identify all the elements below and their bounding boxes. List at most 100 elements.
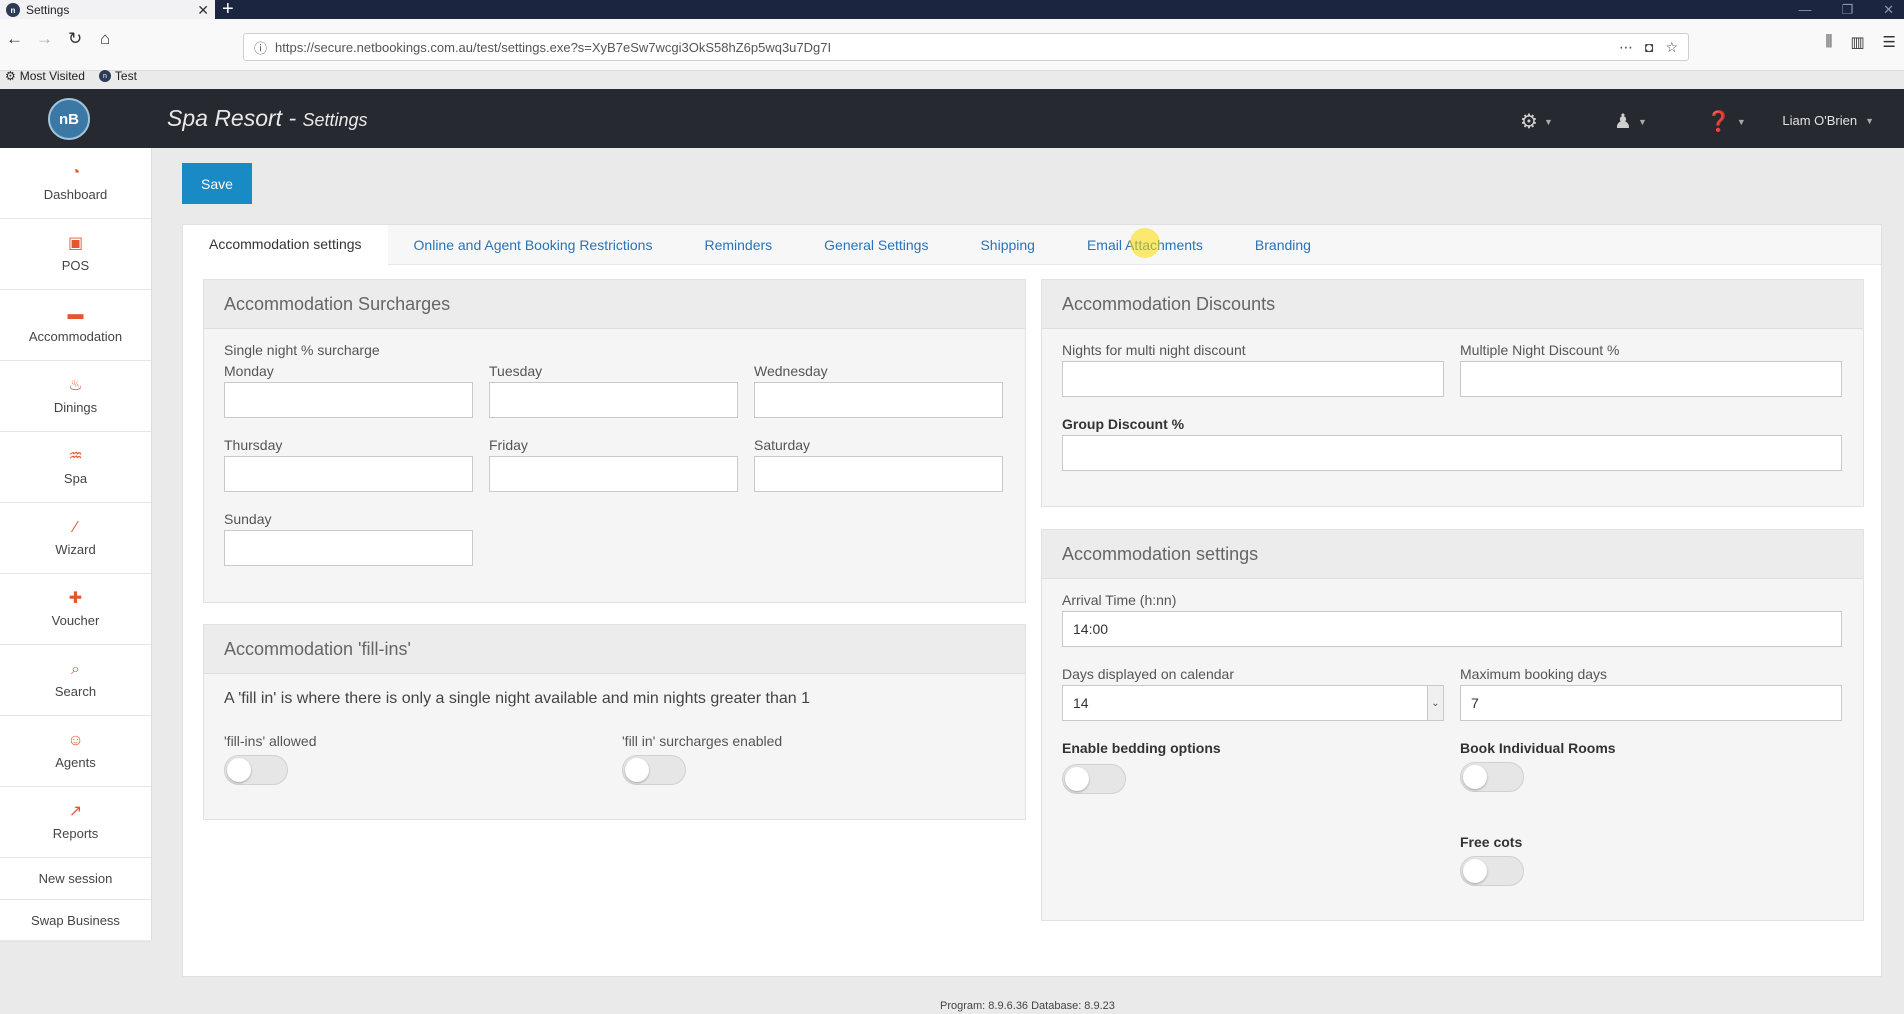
bookmark-most-visited[interactable]: ⚙ Most Visited — [5, 69, 85, 83]
close-window-icon[interactable]: ✕ — [1883, 2, 1894, 18]
swap-business-link[interactable]: Swap Business — [0, 900, 151, 942]
pocket-icon[interactable]: ◘ — [1645, 39, 1653, 56]
bookmark-star-icon[interactable]: ☆ — [1665, 39, 1678, 56]
sunday-input[interactable] — [224, 530, 473, 566]
bookmarks-bar: ⚙ Most Visited n Test — [0, 66, 137, 86]
site-favicon-icon: n — [98, 70, 111, 82]
fillin-surcharges-toggle[interactable] — [622, 755, 686, 785]
new-tab-button[interactable]: + — [222, 0, 234, 21]
tuesday-input[interactable] — [489, 382, 738, 418]
wand-icon: ⁄ — [74, 518, 77, 536]
user-name: Liam O'Brien — [1782, 113, 1858, 128]
bookmark-test[interactable]: n Test — [98, 69, 137, 83]
sidebar: ◔ Dashboard ▣ POS ▬ Accommodation ♨ Dini… — [0, 148, 152, 942]
forward-icon[interactable]: → — [36, 29, 53, 49]
tab-reminders[interactable]: Reminders — [678, 225, 798, 265]
settings-menu[interactable]: ⚙ ▼ — [1520, 109, 1553, 134]
max-booking-days-input[interactable]: 7 — [1460, 685, 1842, 721]
tuesday-label: Tuesday — [489, 363, 543, 379]
accommodation-settings-title: Accommodation settings — [1042, 530, 1863, 579]
days-displayed-select[interactable]: 14 ⌄ — [1062, 685, 1444, 721]
browser-tab-strip: n Settings ✕ + — ❐ ✕ — [0, 0, 1904, 21]
fillins-allowed-toggle[interactable] — [224, 755, 288, 785]
version-footer: Program: 8.9.6.36 Database: 8.9.23 — [940, 1000, 1115, 1012]
sidebar-item-spa[interactable]: ♒ Spa — [0, 432, 151, 503]
staff-menu[interactable]: ♟ ▼ — [1614, 109, 1647, 134]
tab-accommodation-settings[interactable]: Accommodation settings — [183, 225, 388, 265]
tab-branding[interactable]: Branding — [1229, 225, 1337, 265]
sidebar-item-pos[interactable]: ▣ POS — [0, 219, 151, 290]
caret-down-icon: ▼ — [1543, 116, 1553, 127]
sidebar-item-voucher[interactable]: ✚ Voucher — [0, 574, 151, 645]
saturday-input[interactable] — [754, 456, 1003, 492]
bedding-options-toggle[interactable] — [1062, 764, 1126, 794]
sunday-label: Sunday — [224, 511, 272, 527]
days-displayed-label: Days displayed on calendar — [1062, 666, 1234, 682]
surcharges-panel: Accommodation Surcharges Single night % … — [203, 279, 1026, 603]
pos-icon: ▣ — [67, 234, 84, 252]
sidebar-item-agents[interactable]: ☺ Agents — [0, 716, 151, 787]
window-controls: — ❐ ✕ — [1798, 0, 1894, 19]
url-bar[interactable]: ⓘ https://secure.netbookings.com.au/test… — [243, 33, 1689, 61]
group-discount-label: Group Discount % — [1062, 416, 1185, 432]
book-individual-rooms-label: Book Individual Rooms — [1460, 740, 1616, 756]
new-session-link[interactable]: New session — [0, 858, 151, 900]
page-title: Spa Resort - Settings — [167, 105, 368, 131]
home-icon[interactable]: ⌂ — [100, 29, 110, 49]
menu-icon[interactable]: ☰ — [1883, 33, 1896, 51]
restore-icon[interactable]: ❐ — [1841, 2, 1853, 18]
minimize-icon[interactable]: — — [1798, 2, 1811, 17]
gift-icon: ✚ — [68, 589, 83, 607]
gears-icon: ⚙ — [1520, 111, 1538, 133]
save-button[interactable]: Save — [182, 163, 252, 204]
discounts-panel: Accommodation Discounts Nights for multi… — [1041, 279, 1864, 507]
browser-tab-title: Settings — [26, 3, 70, 17]
browser-navbar: ← → ↻ ⌂ ⓘ https://secure.netbookings.com… — [0, 19, 1904, 71]
friday-input[interactable] — [489, 456, 738, 492]
accommodation-settings-panel: Accommodation settings Arrival Time (h:n… — [1041, 529, 1864, 921]
wednesday-input[interactable] — [754, 382, 1003, 418]
multi-night-discount-input[interactable] — [1460, 361, 1842, 397]
fillins-title: Accommodation 'fill-ins' — [204, 625, 1025, 674]
chart-icon: ↗ — [68, 802, 83, 820]
thursday-label: Thursday — [224, 437, 283, 453]
free-cots-toggle[interactable] — [1460, 856, 1524, 886]
arrival-time-input[interactable]: 14:00 — [1062, 611, 1842, 647]
user-tie-icon: ♟ — [1614, 111, 1632, 133]
sidebar-toggle-icon[interactable]: ▥ — [1850, 33, 1864, 51]
thursday-input[interactable] — [224, 456, 473, 492]
app-header: nB Spa Resort - Settings ⚙ ▼ ♟ ▼ ❓ ▼ Liam O… — [0, 89, 1904, 148]
dining-icon: ♨ — [68, 376, 83, 394]
user-menu[interactable]: Liam O'Brien ▼ — [1782, 113, 1874, 128]
sidebar-item-dinings[interactable]: ♨ Dinings — [0, 361, 151, 432]
sidebar-item-dashboard[interactable]: ◔ Dashboard — [0, 148, 151, 219]
site-info-icon[interactable]: ⓘ — [254, 38, 267, 57]
back-icon[interactable]: ← — [6, 29, 23, 49]
sidebar-item-search[interactable]: ⌕ Search — [0, 645, 151, 716]
reload-icon[interactable]: ↻ — [68, 29, 82, 49]
days-displayed-value: 14 — [1073, 695, 1089, 711]
caret-down-icon: ▼ — [1637, 116, 1647, 127]
help-menu[interactable]: ❓ ▼ — [1706, 109, 1746, 134]
fillins-allowed-label: 'fill-ins' allowed — [224, 733, 317, 749]
book-individual-rooms-toggle[interactable] — [1460, 762, 1524, 792]
discounts-title: Accommodation Discounts — [1042, 280, 1863, 329]
monday-input[interactable] — [224, 382, 473, 418]
tab-online-agent-restrictions[interactable]: Online and Agent Booking Restrictions — [388, 225, 679, 265]
page-actions-icon[interactable]: ⋯ — [1619, 39, 1633, 56]
tab-shipping[interactable]: Shipping — [954, 225, 1061, 265]
sidebar-item-wizard[interactable]: ⁄ Wizard — [0, 503, 151, 574]
url-text[interactable]: https://secure.netbookings.com.au/test/s… — [275, 40, 1611, 55]
library-icon[interactable]: ⫼ — [1825, 33, 1832, 51]
sidebar-item-accommodation[interactable]: ▬ Accommodation — [0, 290, 151, 361]
nights-multi-discount-input[interactable] — [1062, 361, 1444, 397]
group-discount-input[interactable] — [1062, 435, 1842, 471]
chevron-down-icon[interactable]: ⌄ — [1427, 686, 1443, 720]
surcharges-title: Accommodation Surcharges — [204, 280, 1025, 329]
search-icon: ⌕ — [71, 660, 80, 678]
app-logo[interactable]: nB — [48, 98, 90, 140]
tab-general-settings[interactable]: General Settings — [798, 225, 954, 265]
close-tab-icon[interactable]: ✕ — [197, 2, 209, 19]
browser-tab[interactable]: n Settings ✕ — [0, 0, 215, 20]
sidebar-item-reports[interactable]: ↗ Reports — [0, 787, 151, 858]
